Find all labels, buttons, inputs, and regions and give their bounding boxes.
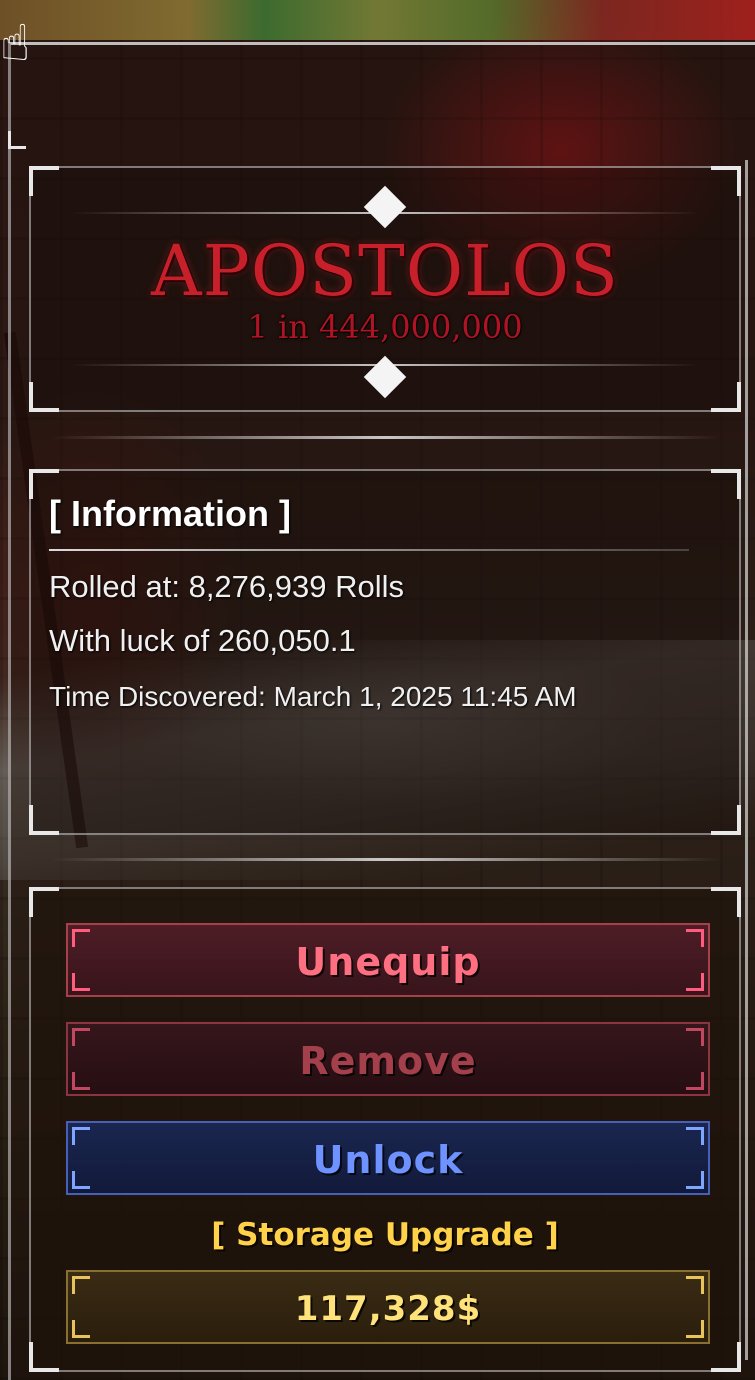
button-corner — [686, 1276, 704, 1294]
arrow-down-diamond-icon[interactable] — [363, 355, 407, 399]
button-corner — [686, 1320, 704, 1338]
aura-selector: APOSTOLOS 1 in 444,000,000 — [29, 166, 741, 412]
panel-corner — [8, 131, 26, 149]
unequip-button-label: Unequip — [295, 940, 481, 984]
box-corner — [711, 382, 741, 412]
button-corner — [686, 1072, 704, 1090]
box-corner — [711, 805, 741, 835]
storage-upgrade-button[interactable]: 117,328$ — [66, 1270, 710, 1344]
button-corner — [686, 1127, 704, 1145]
arrow-up-diamond-icon[interactable] — [363, 185, 407, 229]
button-corner — [72, 1276, 90, 1294]
remove-button-label: Remove — [299, 1039, 477, 1083]
box-corner — [29, 382, 59, 412]
button-corner — [686, 1028, 704, 1046]
luck-text: With luck of 260,050.1 — [49, 623, 356, 658]
remove-button[interactable]: Remove — [66, 1022, 710, 1096]
button-corner — [72, 1028, 90, 1046]
box-corner — [29, 805, 59, 835]
box-corner — [711, 887, 741, 917]
section-separator — [51, 436, 721, 439]
box-corner — [29, 1342, 59, 1372]
information-divider — [49, 549, 689, 551]
information-section: [ Information ] Rolled at: 8,276,939 Rol… — [29, 469, 741, 835]
time-discovered-text: Time Discovered: March 1, 2025 11:45 AM — [49, 681, 577, 712]
box-corner — [711, 166, 741, 196]
aura-odds: 1 in 444,000,000 — [247, 308, 523, 346]
button-corner — [686, 1171, 704, 1189]
button-corner — [72, 929, 90, 947]
aura-details-panel: APOSTOLOS 1 in 444,000,000 [ Information… — [8, 42, 755, 1380]
button-corner — [72, 1320, 90, 1338]
section-separator — [51, 858, 721, 861]
box-corner — [29, 887, 59, 917]
storage-upgrade-label: [ Storage Upgrade ] — [211, 1217, 559, 1253]
aura-name: APOSTOLOS — [151, 230, 619, 312]
box-corner — [29, 166, 59, 196]
button-corner — [72, 1171, 90, 1189]
storage-upgrade-price: 117,328$ — [294, 1289, 482, 1329]
game-world-blocks — [0, 0, 755, 40]
rolled-at-text: Rolled at: 8,276,939 Rolls — [49, 569, 405, 604]
actions-section: Unequip Remove Unlock [ Storage Upgrade … — [29, 887, 741, 1372]
unequip-button[interactable]: Unequip — [66, 923, 710, 997]
box-corner — [711, 1342, 741, 1372]
hand-cursor-icon: ☝ — [0, 14, 31, 72]
button-corner — [686, 929, 704, 947]
unlock-button-label: Unlock — [312, 1138, 464, 1182]
button-corner — [72, 1127, 90, 1145]
information-title: [ Information ] — [49, 493, 291, 534]
box-corner — [711, 469, 741, 499]
unlock-button[interactable]: Unlock — [66, 1121, 710, 1195]
adjacent-panel-edge — [745, 160, 755, 1360]
button-corner — [686, 973, 704, 991]
button-corner — [72, 973, 90, 991]
button-corner — [72, 1072, 90, 1090]
